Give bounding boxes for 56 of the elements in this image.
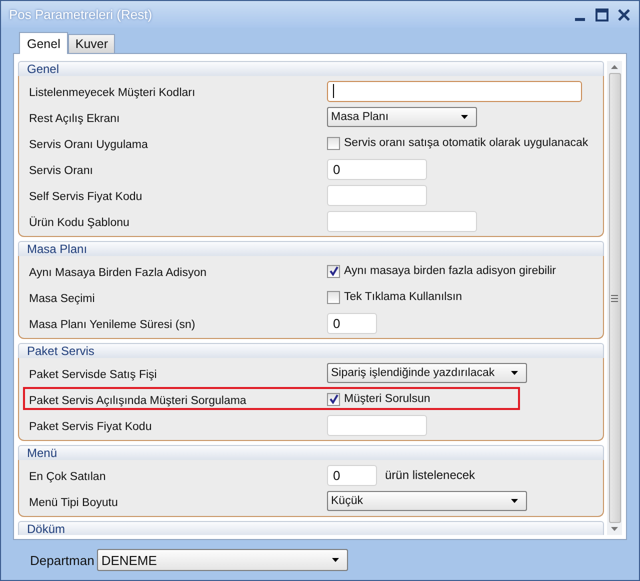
checkbox[interactable]: Servis oranı satışa otomatik olarak uygulanacak (327, 136, 588, 150)
checkbox[interactable]: Müşteri Sorulsun (327, 392, 430, 406)
checkbox-box[interactable] (327, 290, 340, 304)
input-field[interactable] (327, 414, 427, 436)
field-label: Rest Açılış Ekranı (29, 112, 121, 125)
field-label: Self Servis Fiyat Kodu (29, 190, 144, 203)
section-header: Masa Planı (18, 241, 604, 257)
section-header: Menü (18, 445, 604, 461)
input-field[interactable] (327, 80, 582, 102)
field-label: Menü Tipi Boyutu (29, 496, 119, 509)
maximize-icon[interactable] (595, 8, 609, 22)
tab[interactable]: Kuver (68, 34, 116, 53)
field-label: Ürün Kodu Şablonu (29, 215, 130, 229)
department-label: Departman (30, 552, 94, 568)
scroll-thumb[interactable] (608, 73, 620, 523)
input-field[interactable] (327, 210, 477, 232)
checkbox-box[interactable] (327, 136, 340, 150)
scrollbar[interactable] (607, 61, 622, 535)
close-icon[interactable] (617, 8, 631, 22)
field-label: En Çok Satılan (29, 470, 107, 483)
input-field[interactable]: 0 (327, 158, 427, 180)
dropdown[interactable]: Küçük (327, 491, 527, 511)
input-field[interactable]: 0 (327, 312, 377, 334)
window-title: Pos Parametreleri (Rest) (9, 7, 152, 22)
input-field[interactable] (327, 184, 427, 206)
field-label: Masa Seçimi (29, 292, 96, 305)
section-header: Döküm (18, 521, 604, 535)
scroll-up-icon[interactable] (611, 65, 618, 69)
field-label: Masa Planı Yenileme Süresi (sn) (29, 318, 196, 331)
dropdown[interactable]: Masa Planı (327, 107, 477, 127)
dropdown-arrow-icon (511, 499, 518, 503)
checkbox[interactable]: Aynı masaya birden fazla adisyon girebilir (327, 264, 556, 278)
field-label: Paket Servis Fiyat Kodu (29, 420, 153, 433)
department-dropdown[interactable]: DENEME (97, 549, 348, 571)
field-label: Paket Servis Açılışında Müşteri Sorgulama (29, 394, 248, 407)
section-header: Genel (18, 61, 604, 77)
field-label: Paket Servisde Satış Fişi (29, 368, 158, 381)
dropdown-arrow-icon (511, 371, 518, 375)
checkbox-box[interactable] (327, 264, 340, 278)
section-header: Paket Servis (18, 343, 604, 359)
tab[interactable]: Genel (19, 32, 68, 54)
field-label: Aynı Masaya Birden Fazla Adisyon (29, 266, 208, 279)
field-label: Servis Oranı (29, 164, 94, 177)
unit-label: ürün listelenecek (385, 468, 476, 482)
check-icon (328, 266, 338, 276)
checkbox-box[interactable] (327, 392, 340, 406)
field-label: Servis Oranı Uygulama (29, 138, 149, 151)
dropdown[interactable]: Sipariş işlendiğinde yazdırılacak (327, 363, 527, 383)
scroll-down-icon[interactable] (611, 527, 618, 531)
check-icon (328, 394, 338, 404)
dropdown-arrow-icon (461, 115, 468, 119)
input-field[interactable]: 0 (327, 464, 377, 486)
checkbox[interactable]: Tek Tıklama Kullanılsın (327, 290, 462, 304)
dropdown-arrow-icon (332, 558, 340, 562)
field-label: Listelenmeyecek Müşteri Kodları (29, 86, 196, 99)
grip-icon (611, 294, 618, 302)
